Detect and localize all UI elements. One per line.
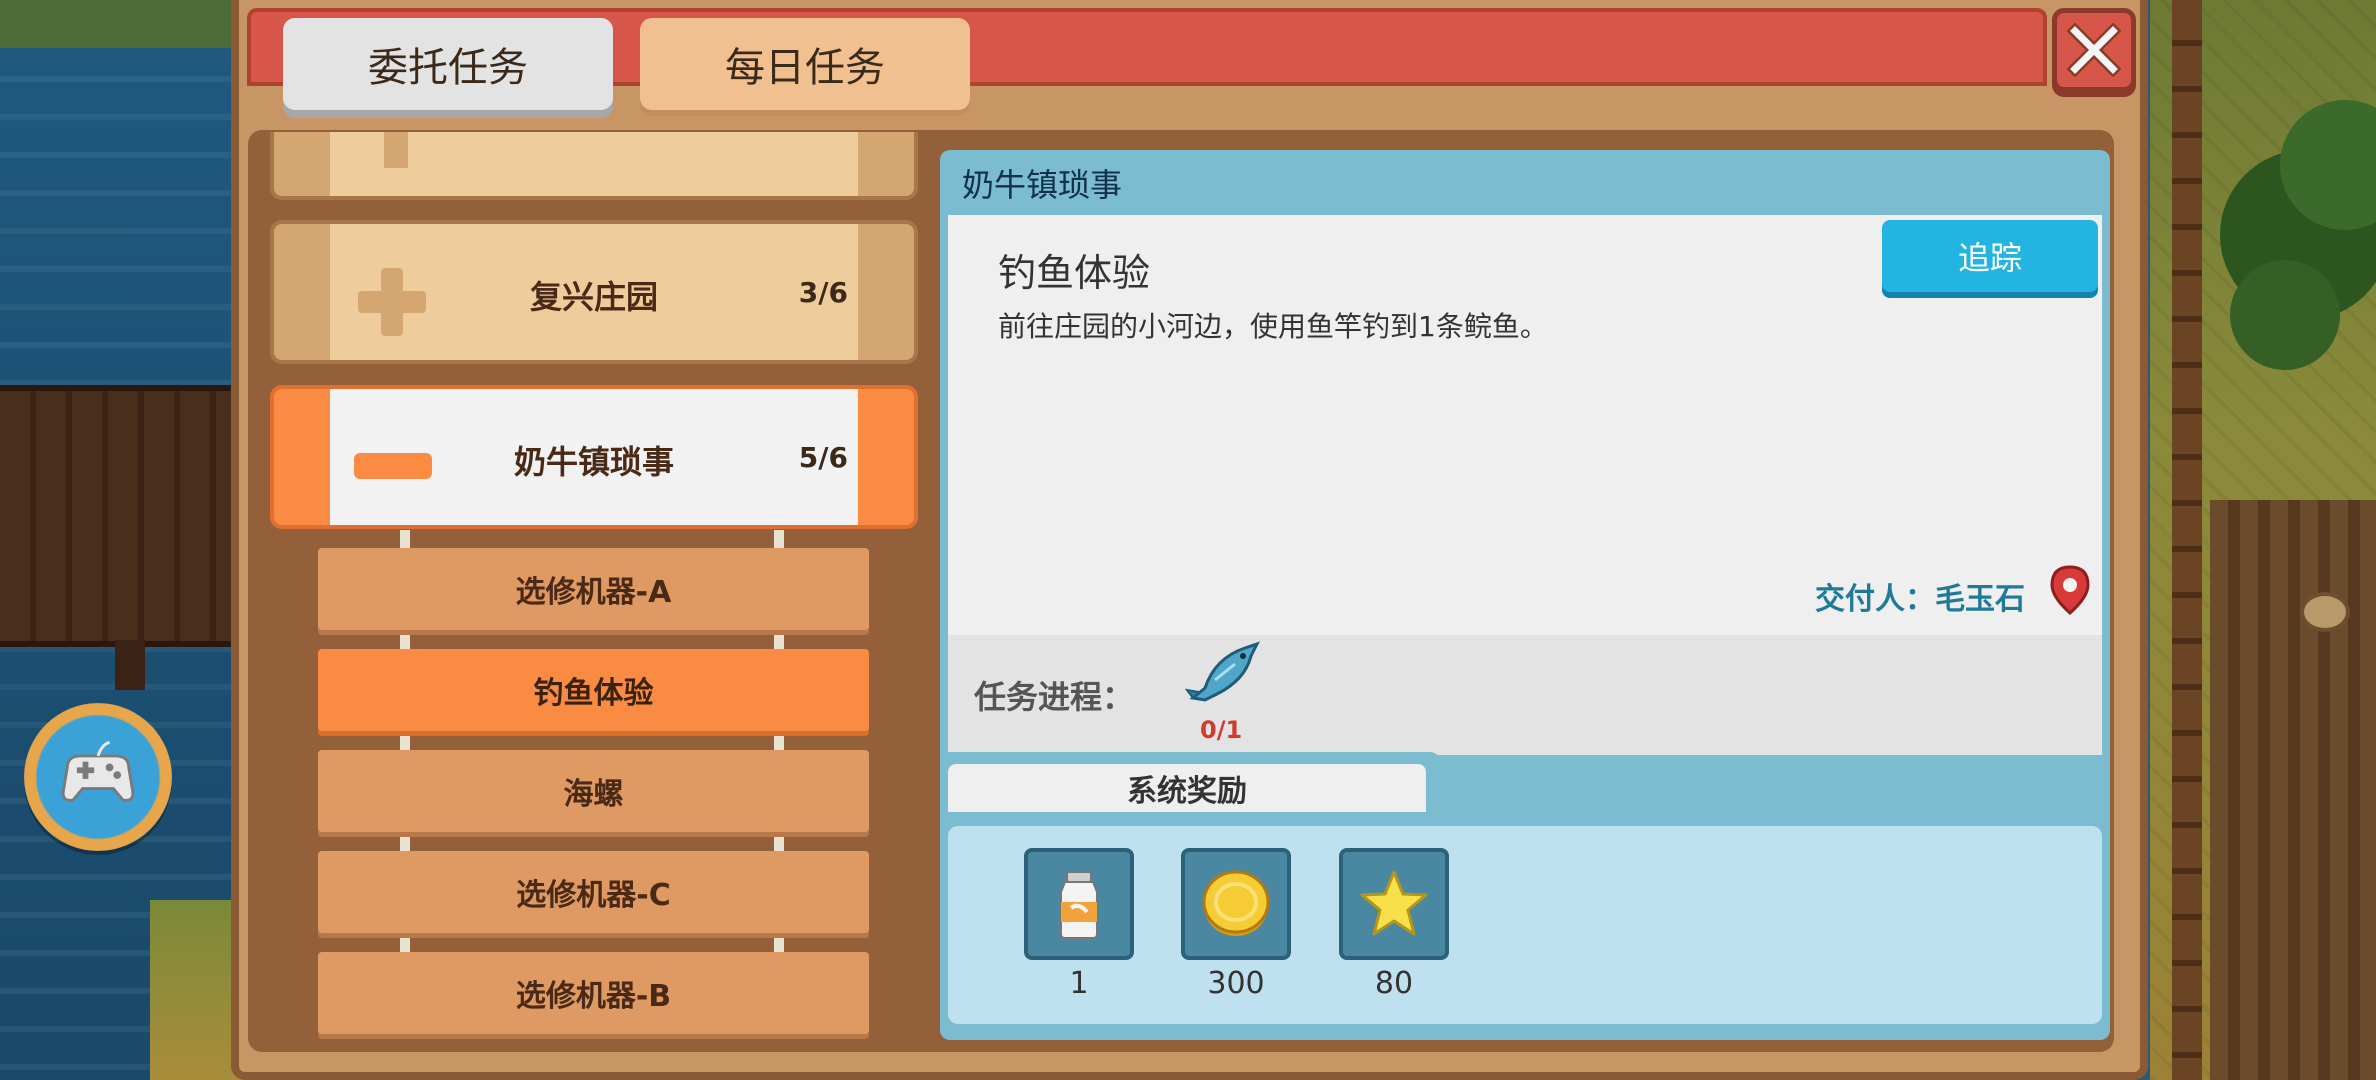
tab-system-rewards[interactable]: 系统奖励: [948, 764, 1426, 812]
gamepad-icon: [61, 741, 135, 802]
sub-quest-item[interactable]: 海螺: [318, 750, 869, 832]
reward-amount: 1: [1069, 966, 1089, 1001]
reward-item[interactable]: 1: [1024, 848, 1134, 1001]
cliff: [2210, 500, 2376, 1080]
reward-slot: [1024, 848, 1134, 960]
wooden-fence: [2172, 0, 2202, 1080]
progress-label: 任务进程：: [974, 678, 1135, 716]
category-count: 5/6: [798, 441, 848, 474]
category-title: [274, 114, 914, 142]
detail-category-title: 奶牛镇琐事: [962, 166, 1123, 204]
close-icon: [2067, 23, 2121, 77]
reward-amount: 80: [1374, 966, 1414, 1001]
riverbank: [0, 0, 240, 48]
pier-post: [115, 640, 145, 690]
quest-category-partial[interactable]: [270, 132, 918, 200]
reward-item[interactable]: 80: [1339, 848, 1449, 1001]
reward-item[interactable]: 300: [1181, 848, 1291, 1001]
tab-commission-quests[interactable]: 委托任务: [283, 18, 613, 110]
quest-description: 前往庄园的小河边，使用鱼竿钓到1条鲩鱼。: [998, 310, 1548, 343]
sub-quest-item[interactable]: 选修机器-C: [318, 851, 869, 933]
reward-amount: 300: [1207, 966, 1265, 1001]
tab-daily-quests[interactable]: 每日任务: [640, 18, 970, 110]
gold-coin-icon: [1202, 870, 1270, 936]
gamepad-button[interactable]: [24, 703, 172, 851]
progress-count: 0/1: [1200, 716, 1243, 744]
quest-name: 钓鱼体验: [998, 251, 1151, 295]
quest-category-revive-farm[interactable]: 复兴庄园 3/6: [270, 220, 918, 364]
wooden-pier: [0, 385, 232, 647]
close-button[interactable]: [2052, 8, 2136, 92]
milk-bottle-icon: [1060, 871, 1098, 939]
reward-slot: [1339, 848, 1449, 960]
tree-stump: [2300, 592, 2350, 632]
map-pin-icon[interactable]: [2050, 565, 2090, 615]
fish-icon: [1185, 641, 1260, 702]
track-button[interactable]: 追踪: [1882, 220, 2098, 292]
star-icon: [1360, 870, 1428, 936]
reward-slot: [1181, 848, 1291, 960]
tree: [2230, 260, 2340, 370]
sub-quest-item-selected[interactable]: 钓鱼体验: [318, 649, 869, 731]
quest-category-cow-town[interactable]: 奶牛镇琐事 5/6: [270, 385, 918, 529]
category-count: 3/6: [798, 276, 848, 309]
quest-giver: 交付人：毛玉石: [1815, 582, 2025, 617]
sub-quest-item[interactable]: 选修机器-A: [318, 548, 869, 630]
sub-quest-item[interactable]: 选修机器-B: [318, 952, 869, 1034]
